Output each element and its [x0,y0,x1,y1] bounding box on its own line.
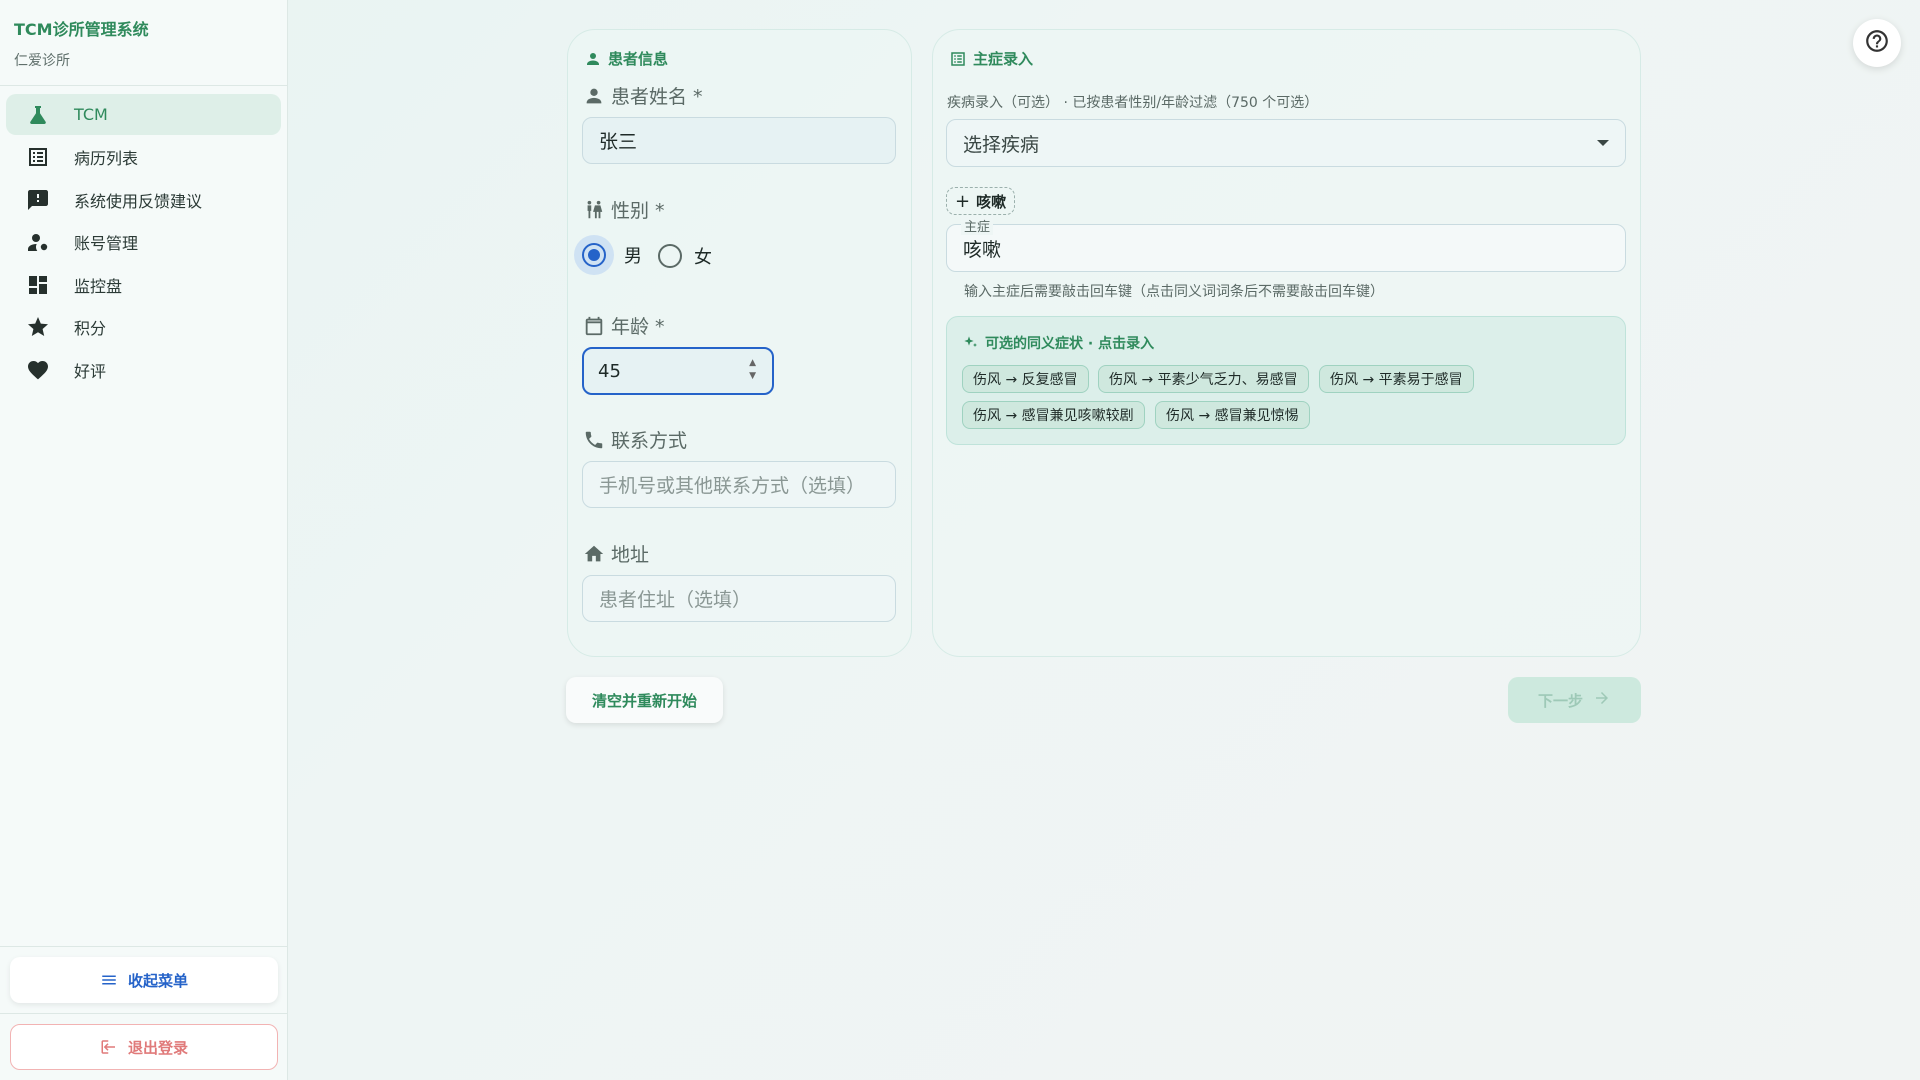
clear-restart-button[interactable]: 清空并重新开始 [566,677,723,723]
synonym-chip[interactable]: 伤风 → 感冒兼见咳嗽较剧 [962,401,1145,429]
address-label: 地址 [583,540,649,567]
flask-icon [26,103,60,127]
sparkle-icon [964,336,977,347]
collapse-menu-label: 收起菜单 [127,971,188,990]
name-label-text: 患者姓名 * [611,86,703,108]
sidebar-item-feedback[interactable]: 系统使用反馈建议 [6,179,281,220]
synonyms-title: 可选的同义症状 · 点击录入 [985,336,1155,352]
star-icon [26,315,60,339]
person-icon [586,88,602,103]
radio-unchecked-icon [658,244,682,268]
contact-label-text: 联系方式 [611,430,688,452]
sidebar-item-reviews[interactable]: 好评 [6,349,281,390]
synonyms-header: 可选的同义症状 · 点击录入 [963,333,1154,353]
help-icon [1864,28,1890,58]
person-icon [587,52,599,65]
sidebar-item-label: 监控盘 [74,276,123,296]
next-step-label: 下一步 [1537,691,1583,710]
age-value: 45 [598,360,621,382]
disease-select[interactable]: 选择疾病 [946,119,1626,167]
complaint-title: 主症录入 [973,50,1034,68]
next-step-button[interactable]: 下一步 [1508,677,1641,723]
disease-hint: 疾病录入（可选） · 已按患者性别/年龄过滤（750 个可选） [947,95,1319,111]
divider [0,946,288,947]
age-label: 年龄 * [583,312,665,339]
sidebar-item-records[interactable]: 病历列表 [6,137,281,178]
logout-label: 退出登录 [127,1038,188,1057]
manage-accounts-icon [26,230,60,254]
sidebar-item-points[interactable]: 积分 [6,307,281,348]
sidebar-item-accounts[interactable]: 账号管理 [6,222,281,263]
sidebar-item-label: 账号管理 [74,234,139,253]
sidebar-item-label: 系统使用反馈建议 [74,191,203,211]
gender-male-label: 男 [624,246,642,267]
divider [0,1013,288,1014]
radio-halo [574,235,614,275]
clinic-name: 仁爱诊所 [14,53,70,69]
help-button[interactable] [1853,19,1901,67]
sidebar-nav: TCM 病历列表 系统使用反馈建议 账号管理 监控盘 积分 好评 [0,86,287,400]
dashboard-icon [26,273,60,297]
app-title: TCM诊所管理系统 [14,20,149,39]
synonyms-panel: 可选的同义症状 · 点击录入 伤风 → 反复感冒 伤风 → 平素少气乏力、易感冒… [946,316,1626,445]
spin-up-icon[interactable]: ▲ [749,357,756,370]
sidebar: TCM诊所管理系统 仁爱诊所 TCM 病历列表 系统使用反馈建议 账号管理 监控… [0,0,288,1080]
brand: TCM诊所管理系统 仁爱诊所 [0,0,287,86]
address-input[interactable]: 患者住址（选填） [582,575,896,622]
synonym-chip[interactable]: 伤风 → 反复感冒 [962,365,1089,393]
logout-button[interactable]: 退出登录 [10,1024,278,1070]
list-alt-icon [951,51,965,66]
patient-name-input[interactable]: 张三 [582,117,896,164]
address-label-text: 地址 [611,544,650,566]
arrow-right-icon [1593,689,1611,711]
plus-icon: + [955,190,971,212]
sidebar-footer: 收起菜单 退出登录 [0,946,288,1080]
name-label: 患者姓名 * [583,82,703,109]
main-symptom-label: 主症 [961,216,994,235]
disease-select-placeholder: 选择疾病 [963,133,1040,156]
main-symptom-input[interactable]: 咳嗽 [946,224,1626,272]
gender-female-label: 女 [694,247,712,268]
gender-female-radio[interactable]: 女 [658,243,712,269]
logout-icon [100,1038,118,1056]
wc-icon [587,200,603,218]
synonym-chip[interactable]: 伤风 → 感冒兼见惊惕 [1155,401,1310,429]
collapse-menu-button[interactable]: 收起菜单 [10,957,278,1003]
sidebar-item-label: 病历列表 [74,149,139,168]
radio-checked-icon [582,243,606,267]
contact-input[interactable]: 手机号或其他联系方式（选填） [582,461,896,508]
heart-icon [26,358,60,382]
added-symptom-chip[interactable]: + 咳嗽 [946,187,1016,215]
sidebar-item-label: TCM [74,105,108,124]
age-input[interactable]: 45 ▲ ▼ [582,347,774,395]
contact-label: 联系方式 [583,426,687,453]
gender-label-text: 性别 * [611,200,665,222]
complaint-header: 主症录入 [949,48,1033,69]
sidebar-item-tcm[interactable]: TCM [6,94,281,135]
list-icon [26,145,60,169]
feedback-icon [26,188,60,212]
sidebar-item-label: 积分 [74,319,107,338]
patient-info-header: 患者信息 [584,48,668,69]
age-label-text: 年龄 * [611,316,665,338]
number-spinner[interactable]: ▲ ▼ [749,357,756,383]
menu-icon [100,971,118,989]
sidebar-item-dashboard[interactable]: 监控盘 [6,264,281,305]
sidebar-item-label: 好评 [74,361,107,381]
gender-label: 性别 * [583,196,665,223]
added-symptom-label: 咳嗽 [976,192,1007,211]
phone-icon [585,431,603,448]
calendar-icon [585,316,603,335]
synonym-chip[interactable]: 伤风 → 平素易于感冒 [1319,365,1474,393]
patient-info-title: 患者信息 [608,50,669,68]
gender-male-radio[interactable]: 男 [574,235,642,275]
chevron-down-icon [1597,140,1609,146]
main-symptom-helper: 输入主症后需要敲击回车键（点击同义词词条后不需要敲击回车键） [964,284,1384,300]
spin-down-icon[interactable]: ▼ [749,370,756,383]
home-icon [584,545,604,561]
synonym-chip[interactable]: 伤风 → 平素少气乏力、易感冒 [1098,365,1309,393]
